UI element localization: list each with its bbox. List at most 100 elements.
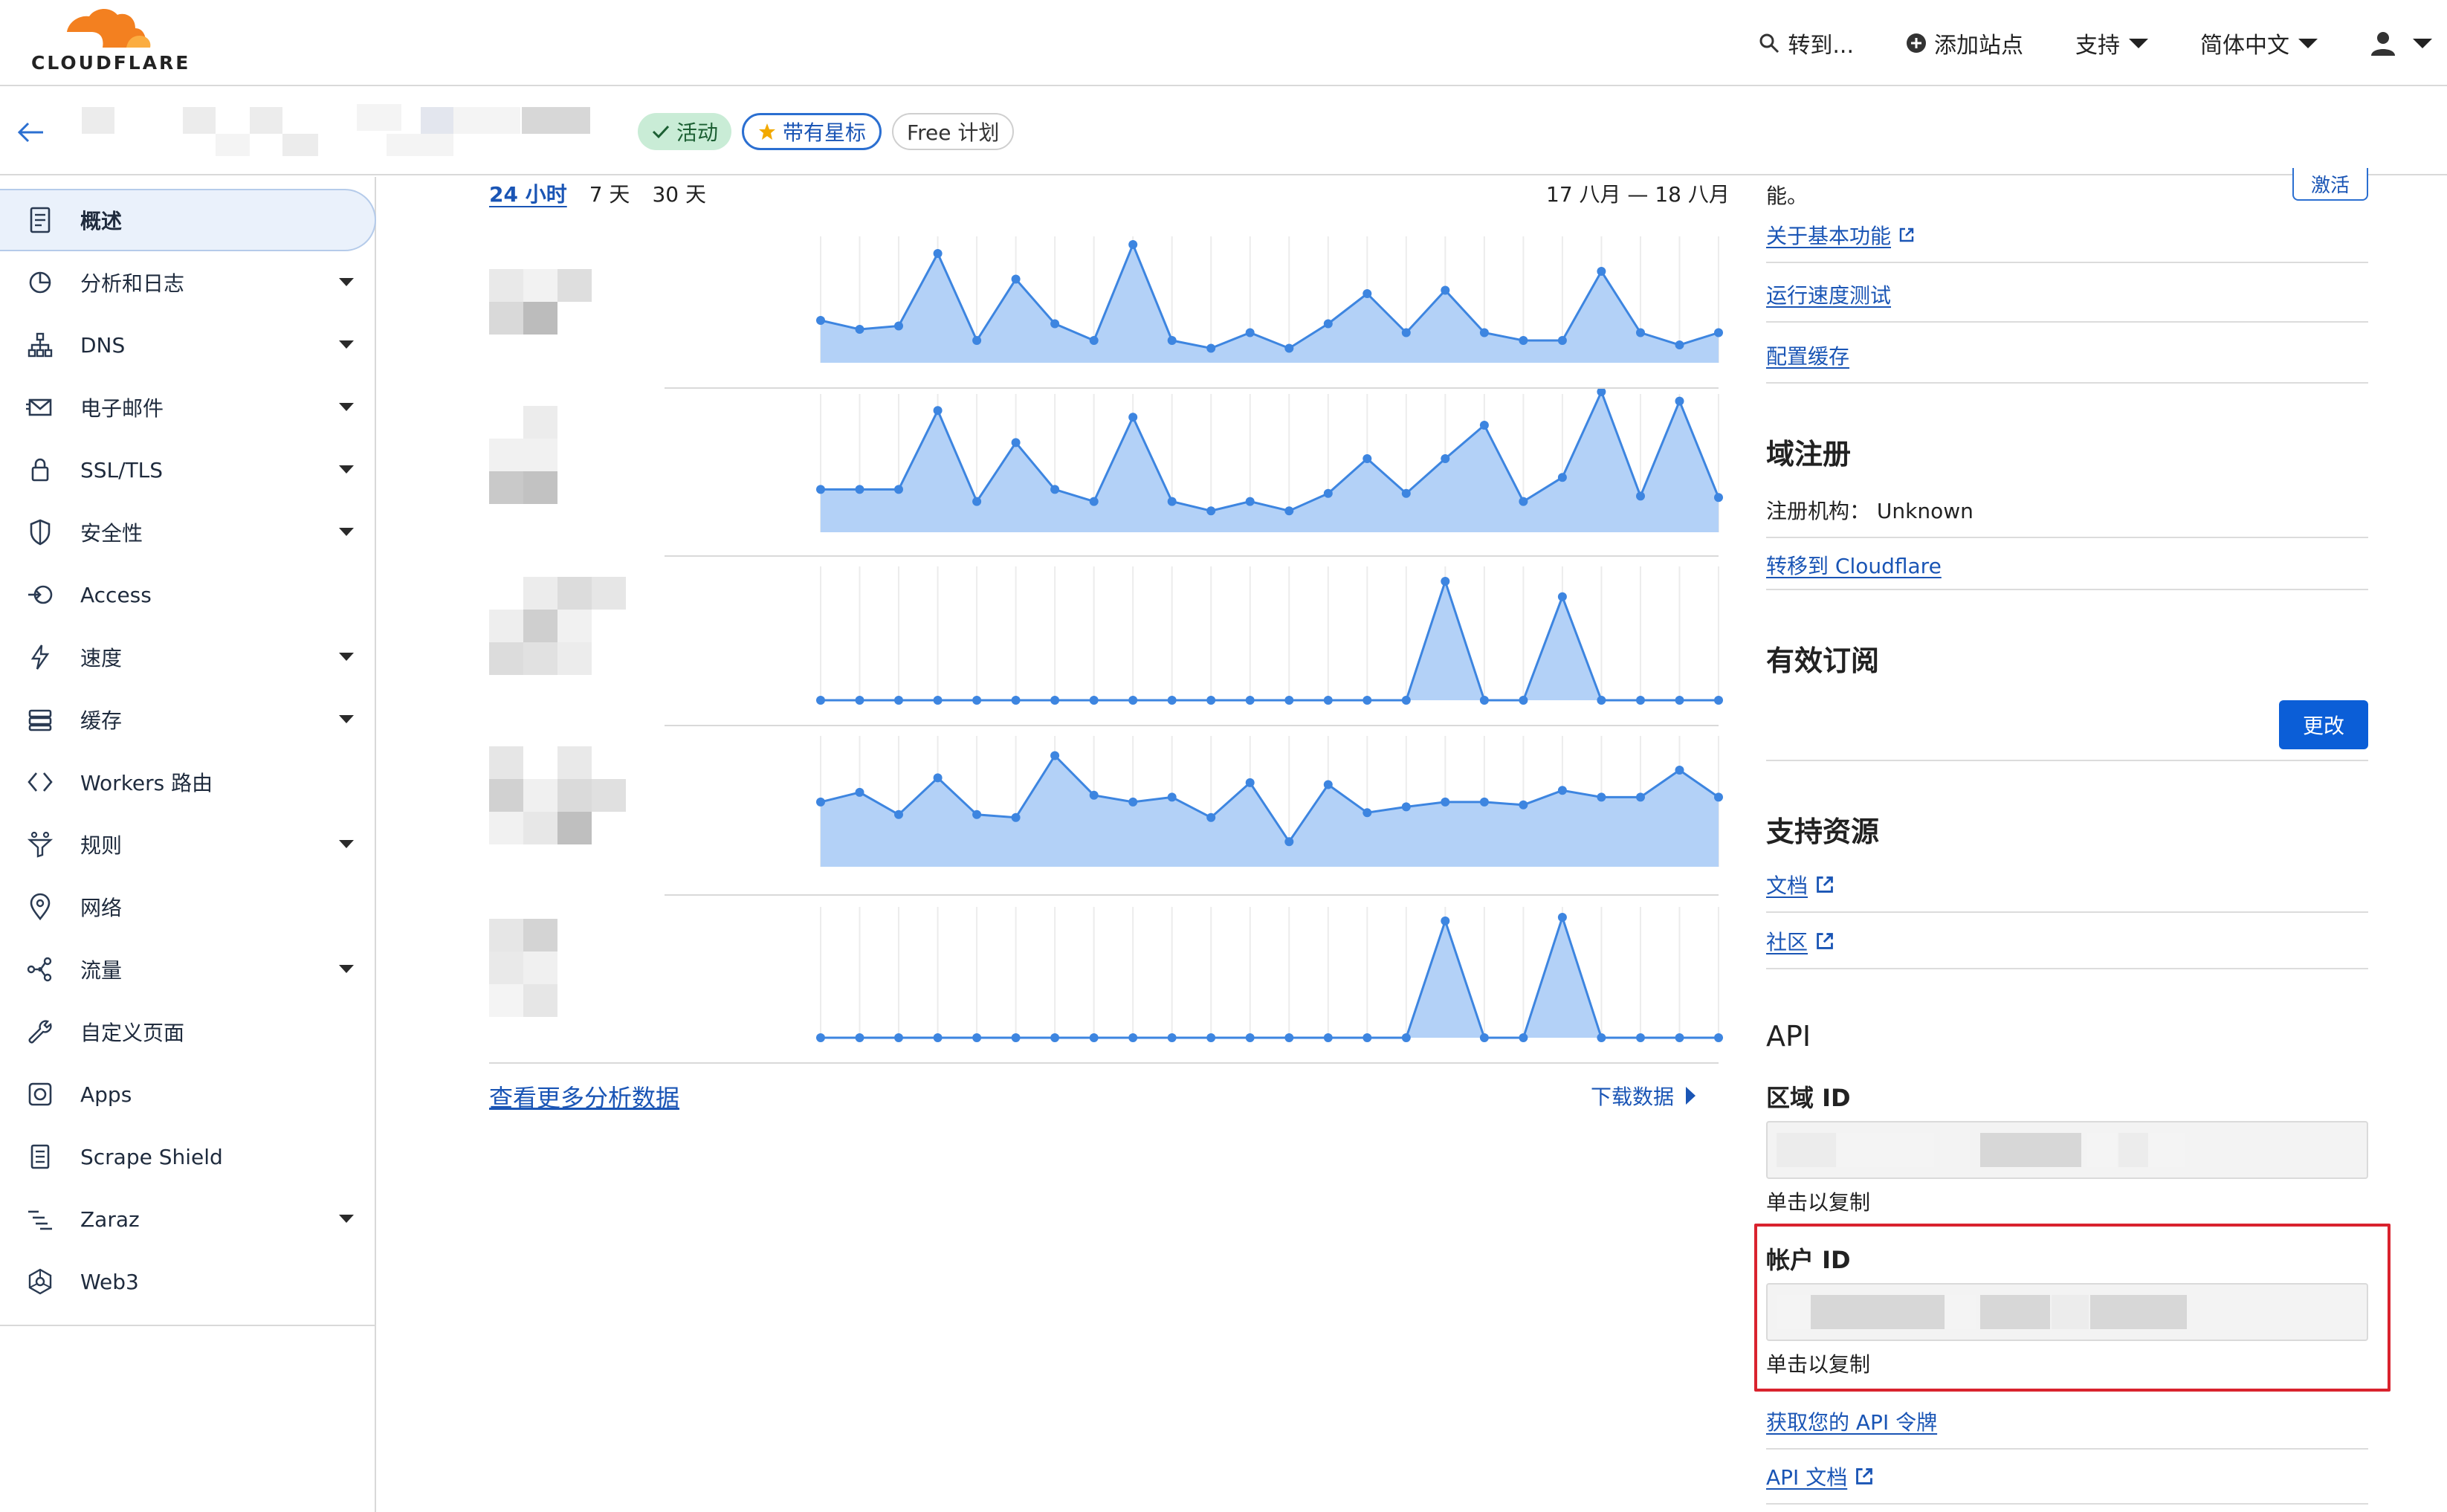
chart-panel xyxy=(816,907,1723,1042)
chart-point xyxy=(1441,577,1450,586)
chevron-right-icon xyxy=(1686,1087,1696,1105)
chart-point xyxy=(855,485,864,494)
chart-point xyxy=(1050,751,1060,760)
chart-point xyxy=(933,696,943,705)
chart-point xyxy=(1050,319,1060,329)
goto-search-label: 转到... xyxy=(1788,33,1854,59)
chart-point xyxy=(1519,800,1528,810)
activate-button[interactable]: 激活 xyxy=(2292,168,2368,201)
chart-point xyxy=(1167,336,1177,345)
chart-point xyxy=(1206,812,1216,822)
about-basic-features-link[interactable]: 关于基本功能 xyxy=(1766,220,1915,250)
chart-area xyxy=(821,581,1719,700)
transfer-to-cloudflare-link[interactable]: 转移到 Cloudflare xyxy=(1766,550,1942,580)
sidebar-item-label: Zaraz xyxy=(80,1206,140,1232)
language-menu[interactable]: 简体中文 xyxy=(2200,27,2318,59)
support-resources-heading: 支持资源 xyxy=(1766,815,1880,848)
chart-point xyxy=(1479,328,1489,337)
chart-point xyxy=(1011,438,1021,448)
chart-point xyxy=(1675,696,1684,705)
run-speed-test-link[interactable]: 运行速度测试 xyxy=(1766,280,1891,309)
zone-id-field[interactable] xyxy=(1766,1121,2368,1179)
chart-point xyxy=(1323,696,1333,705)
goto-search-button[interactable]: 转到... xyxy=(1758,27,1854,59)
domain-registration-heading: 域注册 xyxy=(1766,438,1852,471)
account-id-highlight-box xyxy=(1754,1224,2391,1392)
chart-point xyxy=(1675,340,1684,349)
chart-point xyxy=(933,249,943,258)
chart-point xyxy=(1479,696,1489,705)
chart-point xyxy=(1245,778,1255,787)
sidebar-divider xyxy=(0,1325,376,1326)
chart-point xyxy=(1401,1033,1411,1042)
chart-point xyxy=(855,696,864,705)
chart-point xyxy=(1363,454,1372,463)
chart-point xyxy=(1519,696,1528,705)
chart-point xyxy=(1167,1033,1177,1042)
chart-point xyxy=(1206,696,1216,705)
zaraz-icon xyxy=(25,1204,55,1234)
registrar-row: 注册机构： Unknown xyxy=(1766,495,1974,525)
community-link[interactable]: 社区 xyxy=(1766,926,1835,956)
chart-point xyxy=(1441,454,1450,463)
user-icon xyxy=(2371,32,2395,56)
chart-point xyxy=(1206,506,1216,516)
chart-point xyxy=(1206,1033,1216,1042)
chart-point xyxy=(1128,413,1138,422)
chart-point xyxy=(894,321,903,331)
chart-point xyxy=(1557,913,1567,922)
divider xyxy=(1766,321,2368,323)
chart-point xyxy=(1128,240,1138,249)
chart-point xyxy=(1128,797,1138,807)
chart-point xyxy=(1245,328,1255,337)
chart-point xyxy=(1519,336,1528,345)
chart-point xyxy=(1714,1033,1723,1042)
external-link-icon xyxy=(1817,933,1833,949)
view-more-analytics-link[interactable]: 查看更多分析数据 xyxy=(489,1079,679,1114)
get-api-token-link[interactable]: 获取您的 API 令牌 xyxy=(1766,1406,1937,1436)
chart-point xyxy=(1323,488,1333,498)
chart-point xyxy=(816,797,825,807)
chart-point xyxy=(972,810,982,819)
chart-point xyxy=(816,316,825,325)
chart-panel xyxy=(816,736,1723,867)
api-docs-link[interactable]: API 文档 xyxy=(1766,1461,1874,1491)
zone-id-label: 区域 ID xyxy=(1766,1084,1851,1112)
chevron-down-icon xyxy=(2413,38,2432,48)
get-api-token-label: 获取您的 API 令牌 xyxy=(1766,1410,1938,1435)
divider xyxy=(1766,760,2368,761)
language-label: 简体中文 xyxy=(2200,33,2289,59)
divider xyxy=(1766,911,2368,913)
chart-point xyxy=(1597,792,1606,802)
chart-point xyxy=(855,1033,864,1042)
chart-point xyxy=(1128,1033,1138,1042)
chart-point xyxy=(1089,790,1099,800)
chart-point xyxy=(1284,506,1294,516)
add-site-button[interactable]: 添加站点 xyxy=(1906,27,2023,59)
docs-label: 文档 xyxy=(1766,873,1808,898)
chart-point xyxy=(933,406,943,416)
sidebar-item[interactable]: Scrape Shield xyxy=(0,1125,376,1188)
apps-icon xyxy=(25,1079,55,1109)
change-subscription-button[interactable]: 更改 xyxy=(2279,700,2368,749)
docs-link[interactable]: 文档 xyxy=(1766,870,1835,899)
divider xyxy=(1766,537,2368,538)
sidebar-item[interactable]: Web3 xyxy=(0,1250,376,1313)
chart-point xyxy=(1245,497,1255,506)
configure-cache-label: 配置缓存 xyxy=(1766,344,1850,369)
divider xyxy=(1766,1448,2368,1450)
chart-point xyxy=(1636,1033,1645,1042)
chart-point xyxy=(1050,696,1060,705)
sidebar-item-label: Apps xyxy=(80,1082,132,1107)
truncated-description: 能。 xyxy=(1766,184,1808,208)
user-menu[interactable] xyxy=(2370,30,2432,56)
chart-point xyxy=(816,1033,825,1042)
configure-cache-link[interactable]: 配置缓存 xyxy=(1766,340,1849,370)
download-data-link[interactable]: 下载数据 xyxy=(1591,1081,1696,1111)
chart-point xyxy=(1245,1033,1255,1042)
chart-point xyxy=(1401,488,1411,498)
sidebar-item[interactable]: Apps xyxy=(0,1063,376,1125)
sidebar-item[interactable]: Zaraz xyxy=(0,1188,376,1250)
support-menu[interactable]: 支持 xyxy=(2075,27,2148,59)
chart-point xyxy=(1323,1033,1333,1042)
